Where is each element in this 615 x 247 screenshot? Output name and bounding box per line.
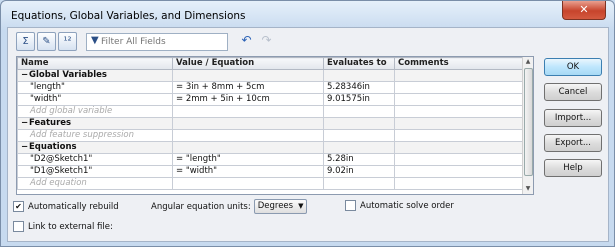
auto-rebuild-label: Automatically rebuild — [28, 202, 119, 212]
section-global-variables[interactable]: −Global Variables — [17, 69, 524, 82]
section-title: Features — [29, 118, 72, 129]
cell-evaluates: 5.28in — [323, 153, 395, 166]
close-icon: ✕ — [579, 3, 589, 16]
cell-evaluates: 5.28346in — [323, 81, 395, 94]
angular-units-value: Degrees — [257, 201, 294, 211]
add-equation[interactable]: Add equation — [17, 177, 173, 190]
cell-name[interactable]: "length" — [17, 81, 173, 94]
auto-solve-checkbox[interactable] — [345, 200, 356, 211]
cell-name[interactable]: "D1@Sketch1" — [17, 165, 173, 178]
close-button[interactable]: ✕ — [562, 1, 606, 20]
import-button[interactable]: Import... — [544, 109, 602, 127]
section-equations[interactable]: −Equations — [17, 141, 524, 154]
equations-table: Name Value / Equation Evaluates to Comme… — [17, 57, 524, 190]
filter-input[interactable] — [101, 35, 223, 48]
section-title: Global Variables — [29, 70, 107, 81]
link-external-label: Link to external file: — [28, 222, 113, 232]
vertical-scrollbar[interactable]: ▲ ▼ — [522, 57, 533, 194]
cell-evaluates: 9.01575in — [323, 93, 395, 106]
equation-view-icon: Σ — [22, 36, 29, 47]
add-feature-suppression[interactable]: Add feature suppression — [17, 129, 173, 142]
add-row[interactable]: Add feature suppression — [17, 129, 524, 142]
table-row[interactable]: "D2@Sketch1" = "length" 5.28in — [17, 153, 524, 166]
add-row[interactable]: Add equation — [17, 177, 524, 190]
cell-equation[interactable]: = 2mm + 5in + 10cm — [172, 93, 324, 106]
table-row[interactable]: "D1@Sketch1" = "width" 9.02in — [17, 165, 524, 178]
collapse-icon[interactable]: − — [21, 119, 28, 129]
auto-rebuild-checkbox[interactable]: ✔ — [13, 201, 24, 212]
header-row: Name Value / Equation Evaluates to Comme… — [17, 57, 524, 70]
col-header-evaluates[interactable]: Evaluates to — [323, 57, 395, 70]
filter-field[interactable]: ▼ — [86, 33, 228, 51]
auto-rebuild-option[interactable]: ✔ Automatically rebuild — [13, 201, 119, 213]
section-features[interactable]: −Features — [17, 117, 524, 130]
undo-icon: ↶ — [241, 33, 252, 47]
redo-button[interactable]: ↷ — [258, 32, 275, 49]
link-external-option[interactable]: Link to external file: — [13, 221, 113, 233]
cell-equation[interactable]: = 3in + 8mm + 5cm — [172, 81, 324, 94]
undo-button[interactable]: ↶ — [238, 32, 255, 49]
angular-units-label: Angular equation units: — [151, 202, 251, 212]
scroll-thumb[interactable] — [524, 68, 533, 176]
col-header-name[interactable]: Name — [17, 57, 173, 70]
redo-icon: ↷ — [261, 33, 272, 47]
scroll-up-icon[interactable]: ▲ — [523, 57, 533, 67]
window-title: Equations, Global Variables, and Dimensi… — [11, 10, 246, 22]
cell-comment[interactable] — [394, 153, 524, 166]
cell-comment[interactable] — [394, 81, 524, 94]
help-button[interactable]: Help — [544, 159, 602, 177]
sketch-view-button[interactable]: ✎ — [37, 32, 56, 51]
filter-icon: ▼ — [91, 35, 99, 46]
auto-solve-label: Automatic solve order — [360, 201, 454, 211]
ordered-view-icon: ¹² — [63, 36, 72, 47]
cell-comment[interactable] — [394, 93, 524, 106]
export-button[interactable]: Export... — [544, 134, 602, 152]
equations-grid: Name Value / Equation Evaluates to Comme… — [16, 56, 534, 195]
link-external-checkbox[interactable] — [13, 221, 24, 232]
add-global-variable[interactable]: Add global variable — [17, 105, 173, 118]
cell-name[interactable]: "D2@Sketch1" — [17, 153, 173, 166]
cell-equation[interactable]: = "width" — [172, 165, 324, 178]
add-row[interactable]: Add global variable — [17, 105, 524, 118]
auto-solve-option[interactable]: Automatic solve order — [345, 200, 454, 212]
col-header-equation[interactable]: Value / Equation — [172, 57, 324, 70]
angular-units-select[interactable]: Degrees ▼ — [253, 199, 308, 214]
scroll-down-icon[interactable]: ▼ — [523, 184, 533, 194]
col-header-comments[interactable]: Comments — [394, 57, 524, 70]
chevron-down-icon: ▼ — [298, 202, 304, 210]
cell-name[interactable]: "width" — [17, 93, 173, 106]
cell-evaluates: 9.02in — [323, 165, 395, 178]
equation-view-button[interactable]: Σ — [16, 32, 35, 51]
collapse-icon[interactable]: − — [21, 143, 28, 153]
collapse-icon[interactable]: − — [21, 71, 28, 81]
ok-button[interactable]: OK — [544, 58, 602, 76]
equations-dialog: Equations, Global Variables, and Dimensi… — [0, 0, 615, 247]
dialog-client: Σ ✎ ¹² ▼ ↶ ↷ Name Value / Equation Evalu… — [7, 27, 609, 242]
cell-comment[interactable] — [394, 165, 524, 178]
table-row[interactable]: "length" = 3in + 8mm + 5cm 5.28346in — [17, 81, 524, 94]
sketch-view-icon: ✎ — [42, 36, 51, 47]
section-title: Equations — [29, 142, 77, 153]
ordered-view-button[interactable]: ¹² — [58, 32, 77, 51]
cell-equation[interactable]: = "length" — [172, 153, 324, 166]
cancel-button[interactable]: Cancel — [544, 83, 602, 101]
angular-units-option: Angular equation units: Degrees ▼ — [151, 199, 308, 214]
table-row[interactable]: "width" = 2mm + 5in + 10cm 9.01575in — [17, 93, 524, 106]
